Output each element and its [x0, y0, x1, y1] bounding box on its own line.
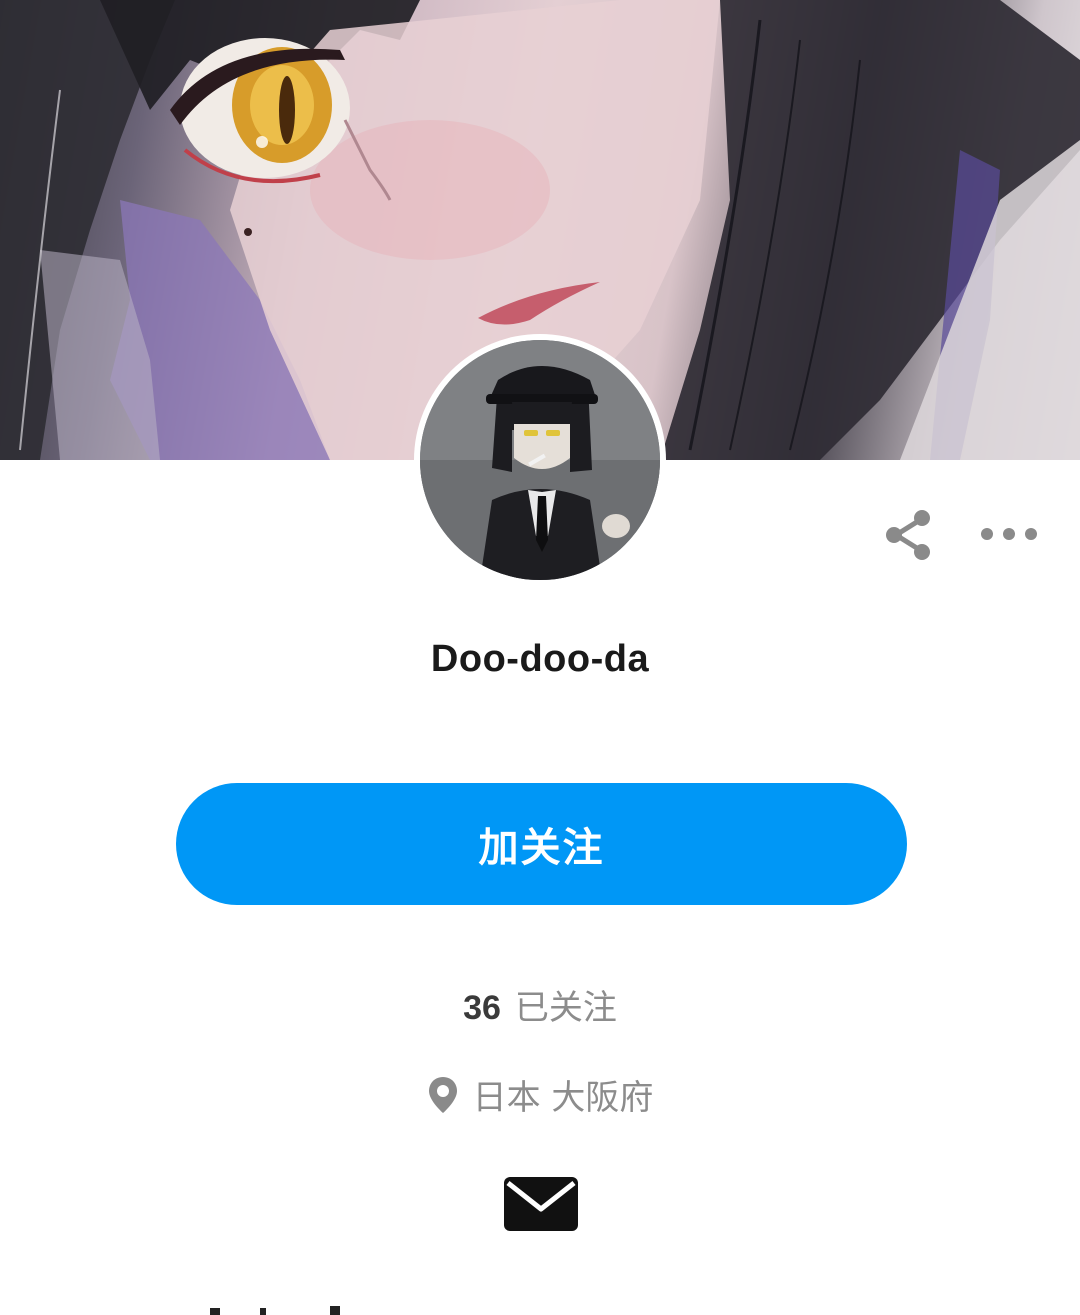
- following-count: 36: [463, 989, 501, 1027]
- avatar-image: [420, 340, 660, 580]
- follow-button[interactable]: 加关注: [176, 783, 907, 905]
- more-icon[interactable]: [976, 514, 1042, 554]
- avatar[interactable]: [414, 334, 666, 586]
- mail-icon[interactable]: [502, 1175, 580, 1233]
- avatar-artwork: [420, 340, 660, 580]
- share-icon[interactable]: [880, 506, 938, 564]
- following-label: 已关注: [514, 988, 617, 1028]
- bottom-content-fragment: [210, 1306, 340, 1315]
- location-text: 日本 大阪府: [472, 1078, 654, 1118]
- following-stat[interactable]: 36 已关注: [0, 980, 1080, 1029]
- username: Doo-doo-da: [430, 638, 650, 680]
- location-row: 日本 大阪府: [0, 1070, 1080, 1119]
- profile-page: Doo-doo-da 加关注 36 已关注 日本 大阪府: [0, 0, 1080, 1315]
- location-pin-icon: [427, 1075, 459, 1115]
